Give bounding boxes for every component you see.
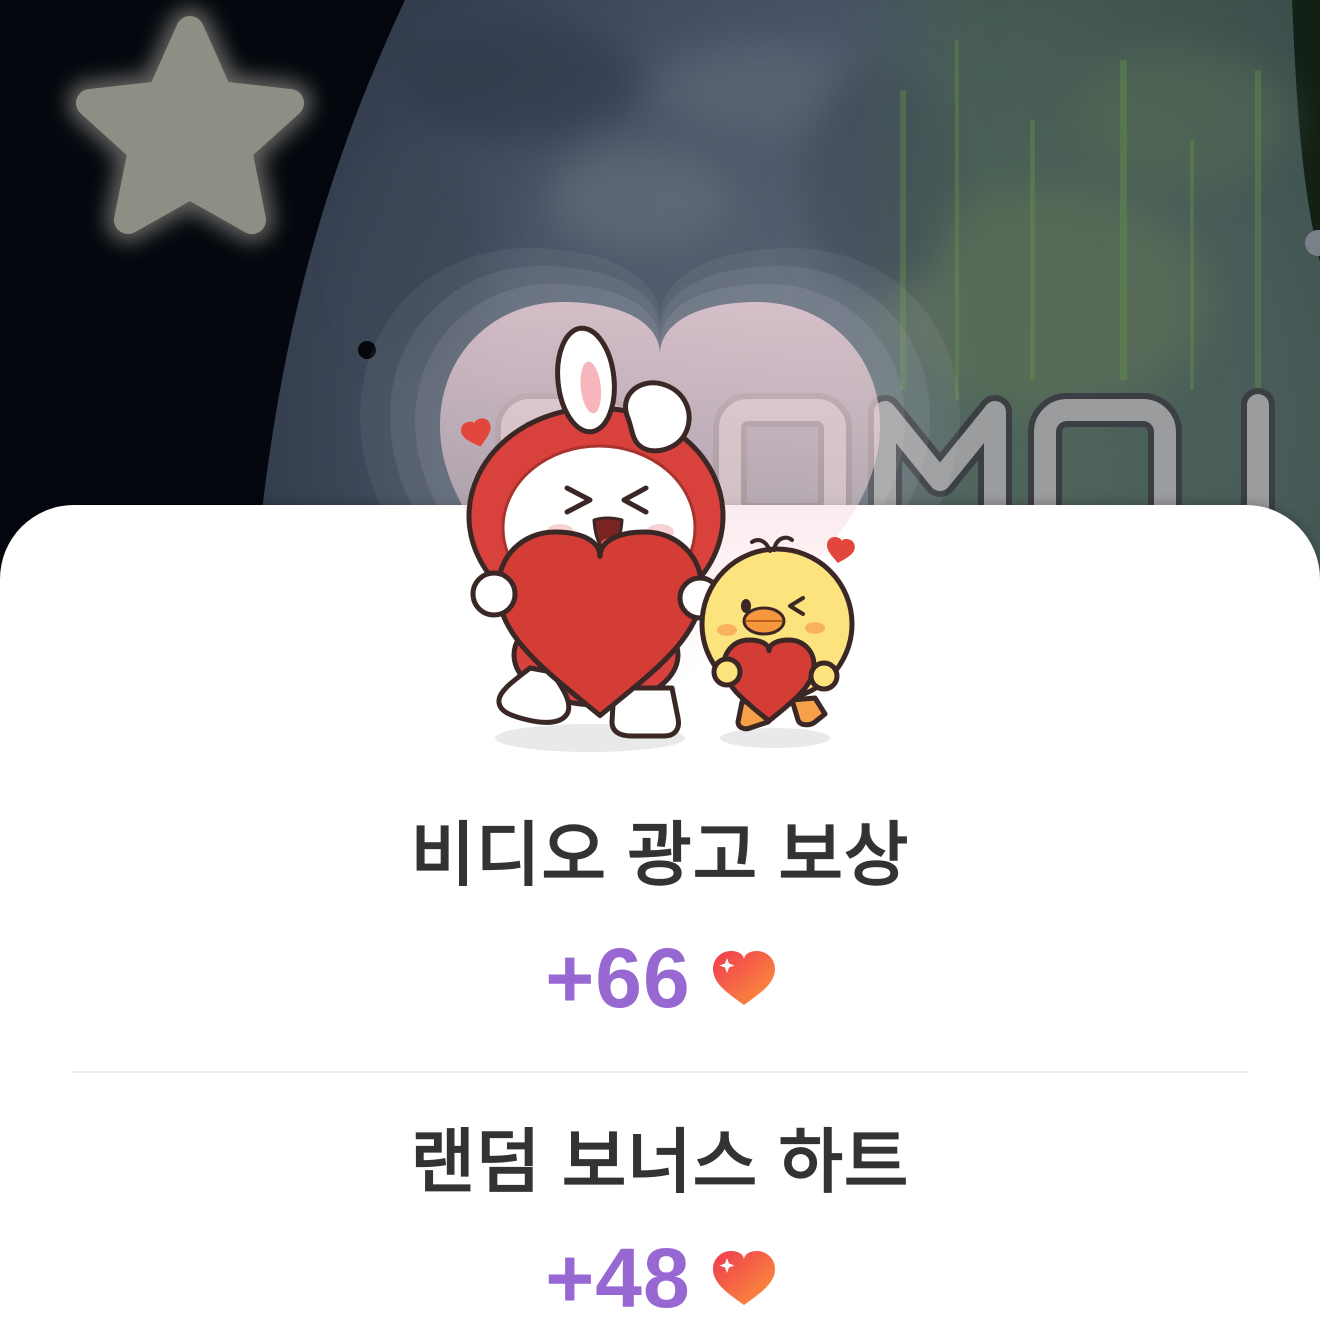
reward-title-video-ad: 비디오 광고 보상 [410, 816, 910, 894]
divider [72, 1071, 1248, 1073]
reward-amount-video-ad: +66 [545, 931, 691, 1025]
reward-amount-row: +66 [0, 931, 1320, 1025]
reward-screen: 비디오 광고 보상 +66 랜덤 보너스 하트 +48 [0, 0, 1320, 1320]
reward-amount-row: +48 [0, 1231, 1320, 1320]
reward-title-random-bonus: 랜덤 보너스 하트 [410, 1123, 910, 1201]
reward-amount-random-bonus: +48 [545, 1231, 691, 1320]
heart-icon [712, 1251, 775, 1305]
reward-sheet: 비디오 광고 보상 +66 랜덤 보너스 하트 +48 [0, 505, 1320, 1320]
heart-icon [712, 951, 775, 1005]
dark-dot [358, 341, 376, 359]
